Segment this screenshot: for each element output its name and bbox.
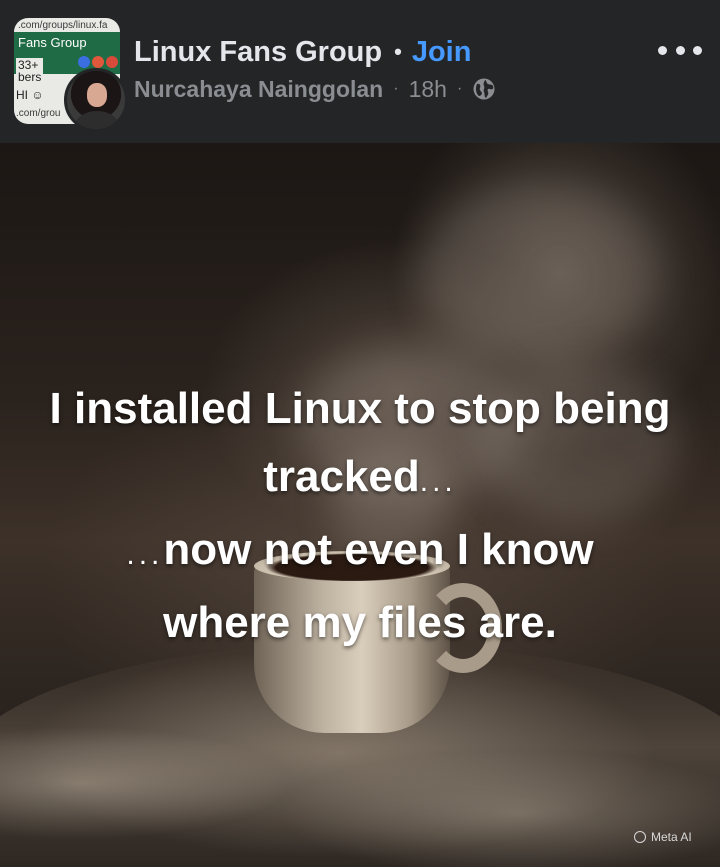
post-timestamp[interactable]: 18h xyxy=(409,76,447,103)
group-name-link[interactable]: Linux Fans Group xyxy=(134,36,382,69)
app-icon xyxy=(78,56,90,68)
title-row: Linux Fans Group • Join xyxy=(134,32,471,72)
meta-separator: · xyxy=(393,80,399,97)
caption-line-3-text: now not even I know xyxy=(163,525,594,574)
more-options-icon xyxy=(675,45,685,55)
author-avatar[interactable] xyxy=(64,68,128,132)
more-options-button[interactable] xyxy=(658,38,702,62)
caption-line-2: tracked... xyxy=(0,443,720,516)
title-dot: • xyxy=(394,39,402,64)
post-image[interactable]: I installed Linux to stop being tracked.… xyxy=(0,143,720,867)
caption-line-3: ...now not even I know xyxy=(0,516,720,589)
app-icon xyxy=(106,56,118,68)
steam-cloud xyxy=(420,183,660,363)
author-name-link[interactable]: Nurcahaya Nainggolan xyxy=(134,76,383,103)
app-icon xyxy=(92,56,104,68)
thumbnail-url-top: .com/groups/linux.fa xyxy=(18,20,108,31)
caption-line-4: where my files are. xyxy=(163,598,557,647)
meta-separator: · xyxy=(456,80,463,97)
meta-ai-label: Meta AI xyxy=(651,830,692,844)
post-meta-row: Nurcahaya Nainggolan · 18h · xyxy=(134,74,496,104)
join-button[interactable]: Join xyxy=(412,36,472,69)
meta-ai-watermark: Meta AI xyxy=(634,829,692,845)
caption-line-3-ellipsis: ... xyxy=(126,538,164,571)
more-options-icon xyxy=(693,45,702,55)
meta-ai-icon xyxy=(634,831,646,843)
post-header: .com/groups/linux.fa Fans Group 33+ bers… xyxy=(0,0,720,143)
avatar-body xyxy=(75,111,119,129)
caption-line-1: I installed Linux to stop being xyxy=(49,384,671,433)
thumbnail-members-label: bers xyxy=(18,70,42,84)
caption-line-2-text: tracked xyxy=(263,452,420,501)
thumbnail-greeting: HI ☺ xyxy=(16,88,44,102)
thumbnail-member-count: 33+ bers xyxy=(16,58,44,84)
meme-caption: I installed Linux to stop being tracked.… xyxy=(0,375,720,657)
caption-line-2-ellipsis: ... xyxy=(419,465,457,498)
more-options-icon xyxy=(658,45,667,55)
thumbnail-app-icons xyxy=(78,56,118,68)
avatar-face xyxy=(87,83,107,107)
thumbnail-url-bottom: .com/grou xyxy=(16,108,61,119)
thumbnail-group-name: Fans Group xyxy=(18,35,87,50)
globe-icon xyxy=(473,78,495,100)
